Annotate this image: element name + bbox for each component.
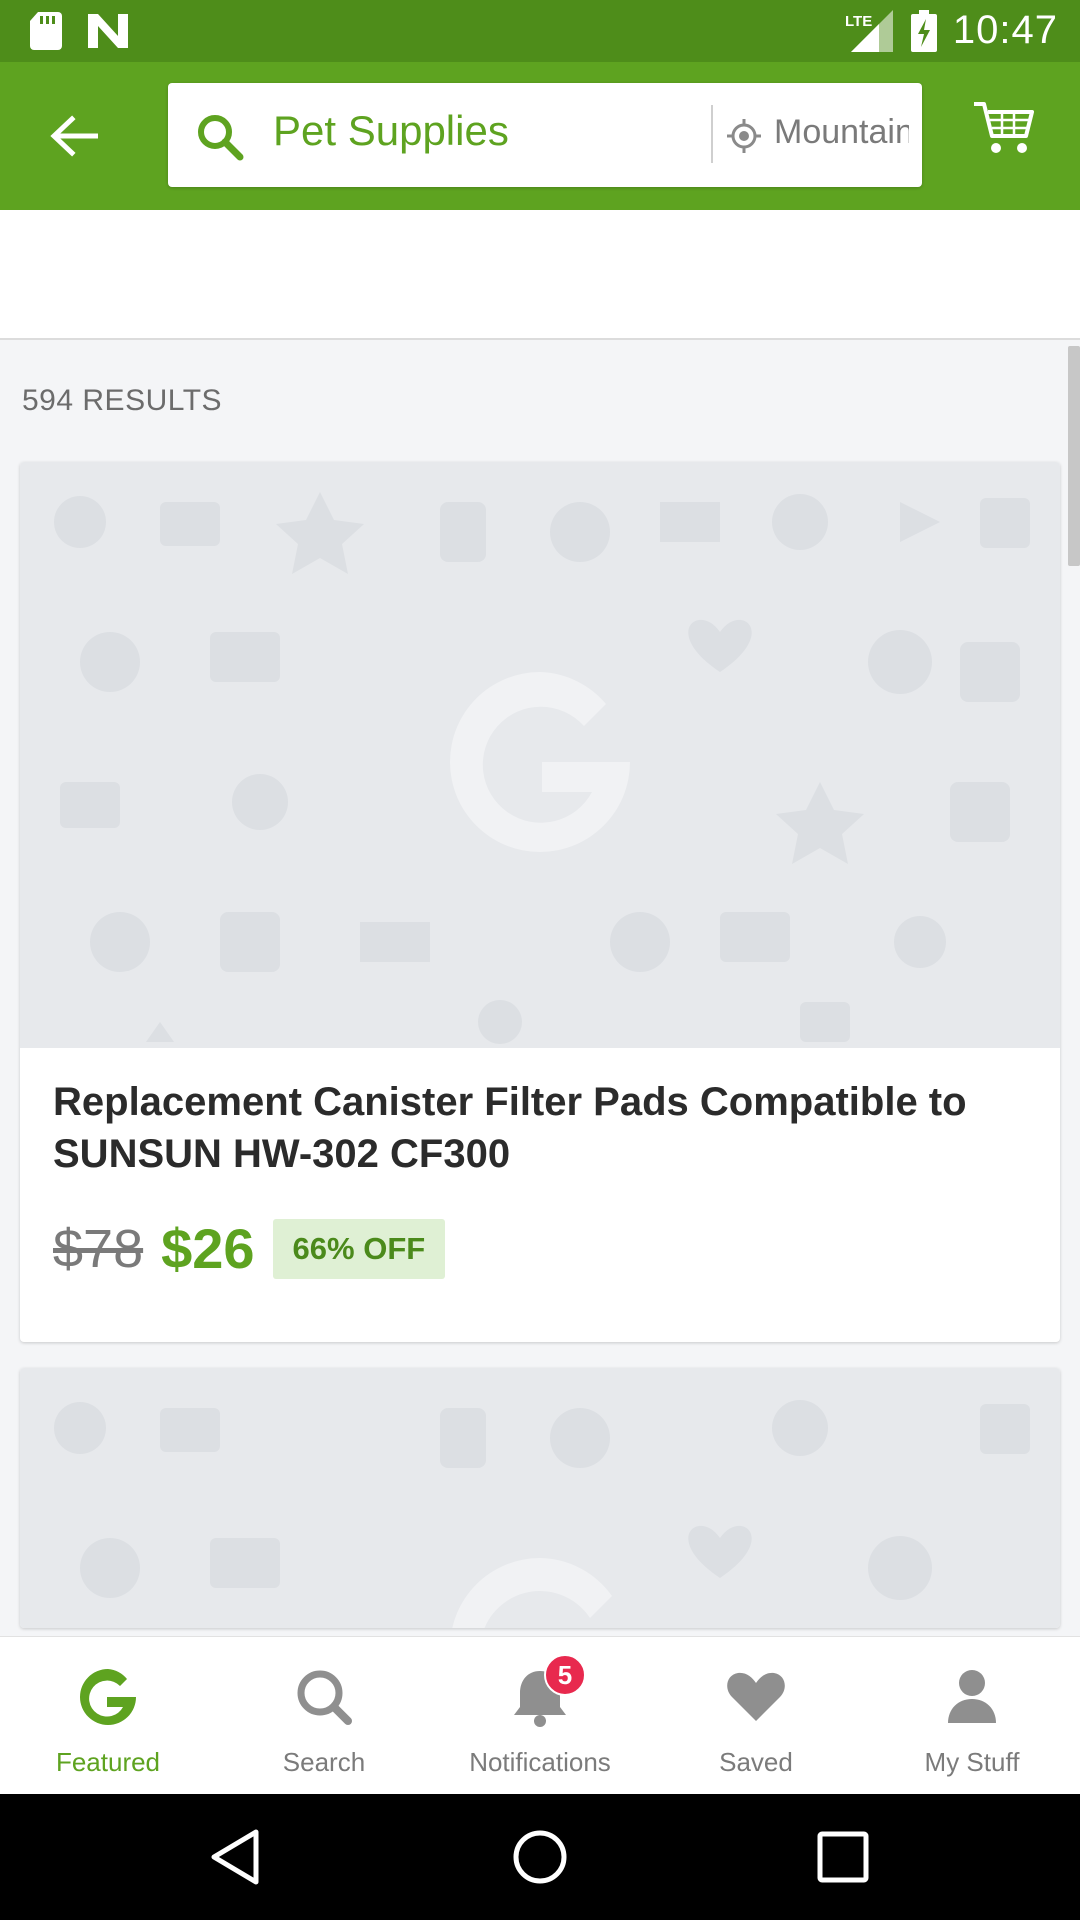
deal-card[interactable]: Replacement Canister Filter Pads Compati… [20,462,1060,1342]
deal-card[interactable] [20,1368,1060,1628]
cart-icon [974,102,1034,153]
filter-strip [0,210,1080,340]
n-icon [88,14,128,48]
results-count: 594 RESULTS [22,384,223,417]
price-row: $78 $26 66% OFF [53,1216,446,1281]
signal-icon: LTE [845,9,893,52]
scrollbar[interactable] [1068,346,1080,566]
location-target-icon [727,119,761,153]
bottom-nav: Featured Search Notifications Saved My S… [0,1636,1080,1794]
svg-text:LTE: LTE [845,13,872,30]
nav-saved-label: Saved [719,1747,793,1777]
nav-notifications-label: Notifications [469,1747,611,1777]
system-nav-bar [0,1794,1080,1920]
deal-image-placeholder [20,462,1060,1048]
search-query[interactable]: Pet Supplies [273,107,509,155]
nav-featured-label: Featured [55,1747,161,1777]
discount-badge: 66% OFF [272,1218,446,1279]
nav-notifications[interactable]: Notifications [432,1637,648,1794]
sd-card-icon [30,12,62,50]
search-divider [711,105,713,163]
recents-square-icon[interactable] [810,1824,876,1890]
nav-search[interactable]: Search [216,1637,432,1794]
search-box[interactable]: Pet Supplies Mountain [168,83,922,187]
notifications-badge: 5 [544,1654,586,1696]
battery-charging-icon [910,9,937,52]
heart-icon [727,1672,785,1721]
nav-my-stuff-label: My Stuff [924,1747,1020,1777]
location-field[interactable]: Mountain [774,113,909,152]
back-triangle-icon[interactable] [204,1824,270,1890]
arrow-left-icon [50,115,98,157]
back-button[interactable] [40,102,108,170]
nav-search-label: Search [282,1747,366,1777]
deal-price: $26 [161,1217,255,1280]
search-icon [198,115,244,161]
person-icon [948,1670,996,1723]
original-price: $78 [53,1218,144,1279]
app-bar: Pet Supplies Mountain [0,62,1080,210]
groupon-logo-placeholder-icon [450,672,630,852]
home-circle-icon[interactable] [507,1824,573,1890]
search-icon [297,1670,352,1725]
clock: 10:47 [952,8,1058,52]
placeholder-pattern [54,1400,1030,1628]
deal-title[interactable]: Replacement Canister Filter Pads Compati… [53,1076,1013,1180]
nav-my-stuff[interactable]: My Stuff [864,1637,1080,1794]
cart-button[interactable] [972,100,1040,168]
deal-image-placeholder [20,1368,1060,1628]
nav-saved[interactable]: Saved [648,1637,864,1794]
nav-featured[interactable]: Featured [0,1637,216,1794]
status-bar: LTE 10:47 [0,0,1080,62]
groupon-g-icon [80,1669,136,1725]
